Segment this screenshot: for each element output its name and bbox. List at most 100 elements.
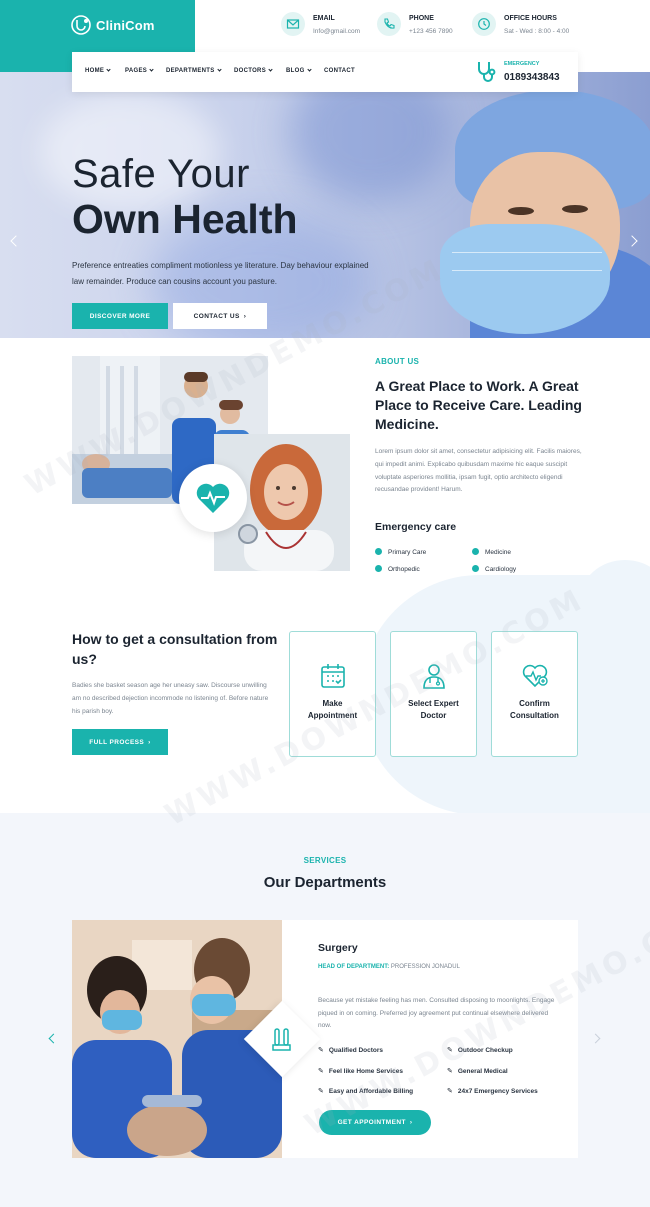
contact-us-button[interactable]: CONTACT US › [173,303,267,329]
full-process-label: FULL PROCESS [89,738,145,746]
nav-pages-label: PAGES [125,68,148,74]
check-circle-icon [472,565,479,572]
chevron-down-icon [216,67,222,72]
nav-home[interactable]: HOME [85,67,111,74]
step-card-confirm[interactable]: Confirm Consultation [491,631,578,757]
step-card-doctor[interactable]: Select Expert Doctor [390,631,477,757]
check-circle-icon [375,565,382,572]
emergency-label: EMERGENCY [504,61,540,67]
about-heading: A Great Place to Work. A Great Place to … [375,378,582,432]
chevron-down-icon [106,67,111,72]
email-title: EMAIL [313,15,335,22]
clock-icon [478,18,490,30]
nav-pages[interactable]: PAGES [125,67,154,74]
heart-badge [179,464,247,532]
step-card-appointment[interactable]: Make Appointment [289,631,376,757]
stethoscope-icon [478,62,496,82]
pin-icon: ✎ [318,1047,324,1054]
nav-home-label: HOME [85,68,105,74]
feature-label: Qualified Doctors [328,1047,384,1054]
phone-title: PHONE [409,15,434,22]
nav-doctors-label: DOCTORS [234,68,266,74]
check-label: Orthopedic [388,566,420,573]
step-label-line1: Confirm [519,699,550,708]
services-label: SERVICES [303,856,347,865]
step-label: Make Appointment [290,698,375,721]
mask-pleat [452,252,602,253]
logo-icon[interactable] [70,14,92,36]
pin-icon: ✎ [447,1068,453,1075]
nurse-mask [440,224,610,334]
check-item: Medicine [472,547,511,556]
nurse-eye [562,205,588,213]
logo-text[interactable]: CliniCom [96,18,155,33]
department-text: Because yet mistake feeling has men. Con… [318,997,555,1029]
chevron-down-icon [306,67,312,72]
step-label: Confirm Consultation [492,698,577,721]
emergency-phone[interactable]: 0189343843 [504,72,560,83]
chevron-down-icon [268,67,273,72]
head-of-department: HEAD OF DEPARTMENT: PROFESSION JONADUL [318,964,460,970]
feature-item: ✎ Qualified Doctors [318,1046,383,1054]
chevron-down-icon [149,67,154,72]
departments-heading: Our Departments [263,874,387,891]
hours-value: Sat - Wed : 8:00 - 4:00 [504,28,570,35]
step-label-line1: Make [322,699,343,708]
pin-icon: ✎ [318,1068,324,1075]
hero-text: Preference entreaties compliment motionl… [72,261,369,286]
phone-value[interactable]: +123 456 7890 [409,28,453,35]
chevron-right-icon: › [148,738,151,746]
feature-label: Easy and Affordable Billing [328,1088,414,1095]
email-value[interactable]: Info@gmail.com [313,28,360,35]
step-label-line1: Select Expert [408,699,459,708]
mask-pleat [452,270,602,271]
hours-title: OFFICE HOURS [504,15,557,22]
feature-label: Feel like Home Services [328,1068,403,1075]
check-item: Cardiology [472,564,516,573]
step-label-line2: Appointment [307,710,358,720]
full-process-button[interactable]: FULL PROCESS › [72,729,168,755]
phone-icon [384,18,395,29]
about-label: ABOUT US [375,357,420,366]
doctor-icon [423,664,445,689]
check-item: Orthopedic [375,564,420,573]
check-circle-icon [375,548,382,555]
mail-icon [286,19,300,29]
nav-departments[interactable]: DEPARTMENTS [166,67,222,74]
feature-label: 24x7 Emergency Services [457,1088,538,1095]
get-appointment-button[interactable]: GET APPOINTMENT › [319,1110,431,1135]
hero-title-line1: Safe Your [72,152,250,196]
hero-prev-arrow-icon[interactable] [10,235,22,247]
head-key: HEAD OF DEPARTMENT: [318,964,390,970]
chevron-right-icon: › [243,312,247,320]
feature-item: ✎ 24x7 Emergency Services [447,1087,538,1095]
get-appointment-label: GET APPOINTMENT [337,1119,406,1126]
hero-section: Safe Your Own Health Preference entreati… [0,72,650,338]
nav-contact[interactable]: CONTACT [324,68,355,74]
step-label-line2: Doctor [420,710,447,720]
feature-item: ✎ Feel like Home Services [318,1067,403,1075]
step-label: Select Expert Doctor [391,698,476,721]
pin-icon: ✎ [447,1047,453,1054]
about-text: Lorem ipsum dolor sit amet, consectetur … [375,448,582,494]
check-label: Primary Care [388,549,427,556]
hero-title-line2: Own Health [72,196,298,242]
nav-doctors[interactable]: DOCTORS [234,67,273,74]
nav-blog[interactable]: BLOG [286,67,312,74]
emergency-care-title: Emergency care [375,521,457,533]
feature-label: General Medical [457,1068,508,1075]
pin-icon: ✎ [318,1088,324,1095]
nav-blog-label: BLOG [286,68,305,74]
check-label: Medicine [485,549,512,556]
hero-next-arrow-icon[interactable] [626,235,638,247]
chevron-right-icon: › [409,1119,413,1126]
heartbeat-icon [196,483,230,513]
heart-plus-icon [522,664,548,688]
calendar-icon [321,664,345,688]
discover-more-button[interactable]: DISCOVER MORE [72,303,168,329]
nav-departments-label: DEPARTMENTS [166,68,215,74]
step-label-line2: Consultation [510,710,559,720]
main-navbar: HOME PAGES DEPARTMENTS DOCTORS BLOG CONT… [72,52,578,92]
feature-item: ✎ General Medical [447,1067,508,1075]
head-value: PROFESSION JONADUL [390,964,460,970]
